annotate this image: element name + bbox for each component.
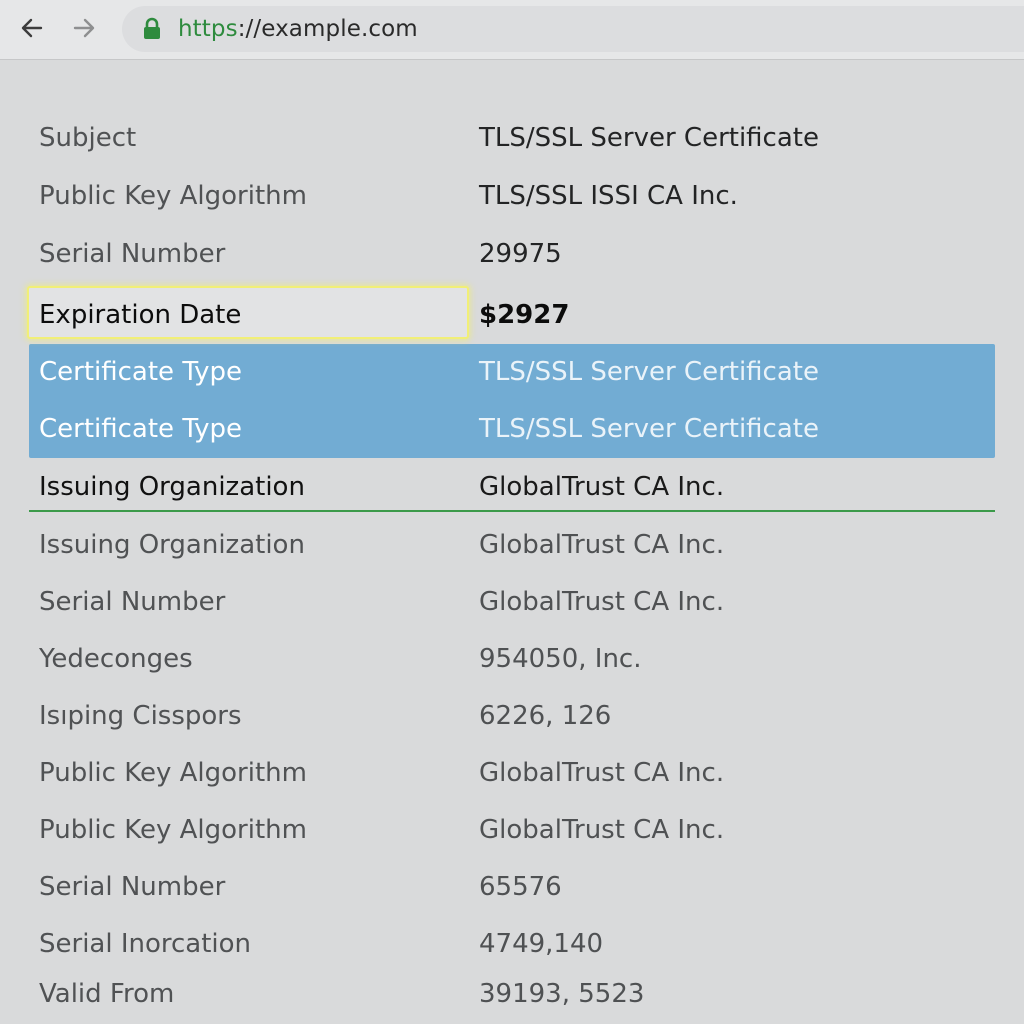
detail-row[interactable]: Public Key Algorithm GlobalTrust CA Inc. bbox=[29, 744, 995, 801]
row-label: Isıping Cisspors bbox=[39, 700, 242, 731]
url-scheme: https bbox=[178, 16, 238, 42]
arrow-left-icon bbox=[21, 18, 43, 38]
detail-row-selected[interactable]: Certificate Type TLS/SSL Server Certific… bbox=[29, 400, 995, 457]
row-label: Valid From bbox=[39, 979, 175, 1009]
row-value: GlobalTrust CA Inc. bbox=[479, 814, 725, 845]
row-value: $2927 bbox=[479, 299, 570, 330]
row-value: TLS/SSL Server Certificate bbox=[479, 122, 819, 153]
row-value: 39193, 5523 bbox=[479, 979, 645, 1009]
row-label: Serial Inorcation bbox=[39, 928, 252, 959]
detail-row[interactable]: Subject TLS/SSL Server Certificate bbox=[29, 109, 995, 166]
row-label: Certificate Type bbox=[39, 356, 243, 387]
row-value: TLS/SSL Server Certificate bbox=[479, 356, 819, 387]
detail-row-selected[interactable]: Certificate Type TLS/SSL Server Certific… bbox=[29, 343, 995, 400]
row-value: 29975 bbox=[479, 238, 562, 269]
row-label: Issuing Organization bbox=[39, 529, 305, 560]
row-label: Serial Number bbox=[39, 871, 226, 902]
row-value: TLS/SSL ISSI CA Inc. bbox=[479, 180, 738, 211]
row-label: Yedeconges bbox=[39, 643, 193, 674]
row-value: GlobalTrust CA Inc. bbox=[479, 757, 725, 788]
row-value: TLS/SSL Server Certificate bbox=[479, 413, 819, 444]
detail-row[interactable]: Serial Inorcation 4749,140 bbox=[29, 915, 995, 972]
divider bbox=[29, 510, 995, 512]
arrow-right-icon bbox=[73, 18, 95, 38]
address-bar[interactable]: https://example.com bbox=[122, 6, 1024, 52]
browser-toolbar: https://example.com bbox=[0, 0, 1024, 60]
detail-row[interactable]: Yedeconges 954050, Inc. bbox=[29, 630, 995, 687]
detail-row[interactable]: Issuing Organization GlobalTrust CA Inc. bbox=[29, 516, 995, 573]
row-value: 954050, Inc. bbox=[479, 643, 642, 674]
back-button[interactable] bbox=[12, 10, 52, 46]
row-label: Subject bbox=[39, 122, 137, 153]
url-text: https://example.com bbox=[178, 16, 418, 42]
detail-row[interactable]: Issuing Organization GlobalTrust CA Inc. bbox=[29, 458, 995, 515]
detail-row[interactable]: Serial Number 29975 bbox=[29, 225, 995, 282]
detail-row[interactable]: Public Key Algorithm GlobalTrust CA Inc. bbox=[29, 801, 995, 858]
row-label: Public Key Algorithm bbox=[39, 757, 307, 788]
row-label: Issuing Organization bbox=[39, 471, 305, 502]
detail-row[interactable]: Public Key Algorithm TLS/SSL ISSI CA Inc… bbox=[29, 167, 995, 224]
lock-icon bbox=[142, 16, 164, 42]
forward-button[interactable] bbox=[64, 10, 104, 46]
row-label: Public Key Algorithm bbox=[39, 180, 307, 211]
row-label: Serial Number bbox=[39, 586, 226, 617]
detail-row-focused[interactable]: Expiration Date $2927 bbox=[27, 286, 995, 343]
row-value: GlobalTrust CA Inc. bbox=[479, 529, 725, 560]
row-value: 6226, 126 bbox=[479, 700, 612, 731]
row-label: Certificate Type bbox=[39, 413, 243, 444]
row-value: GlobalTrust CA Inc. bbox=[479, 586, 725, 617]
row-label: Serial Number bbox=[39, 238, 226, 269]
detail-row[interactable]: Valid From 39193, 5523 bbox=[29, 966, 995, 1022]
row-label: Expiration Date bbox=[39, 299, 242, 330]
detail-row[interactable]: Isıping Cisspors 6226, 126 bbox=[29, 687, 995, 744]
row-label: Public Key Algorithm bbox=[39, 814, 307, 845]
row-value: GlobalTrust CA Inc. bbox=[479, 471, 725, 502]
row-value: 65576 bbox=[479, 871, 562, 902]
url-host: ://example.com bbox=[237, 16, 418, 42]
detail-row[interactable]: Serial Number GlobalTrust CA Inc. bbox=[29, 573, 995, 630]
row-value: 4749,140 bbox=[479, 928, 604, 959]
detail-row[interactable]: Serial Number 65576 bbox=[29, 858, 995, 915]
